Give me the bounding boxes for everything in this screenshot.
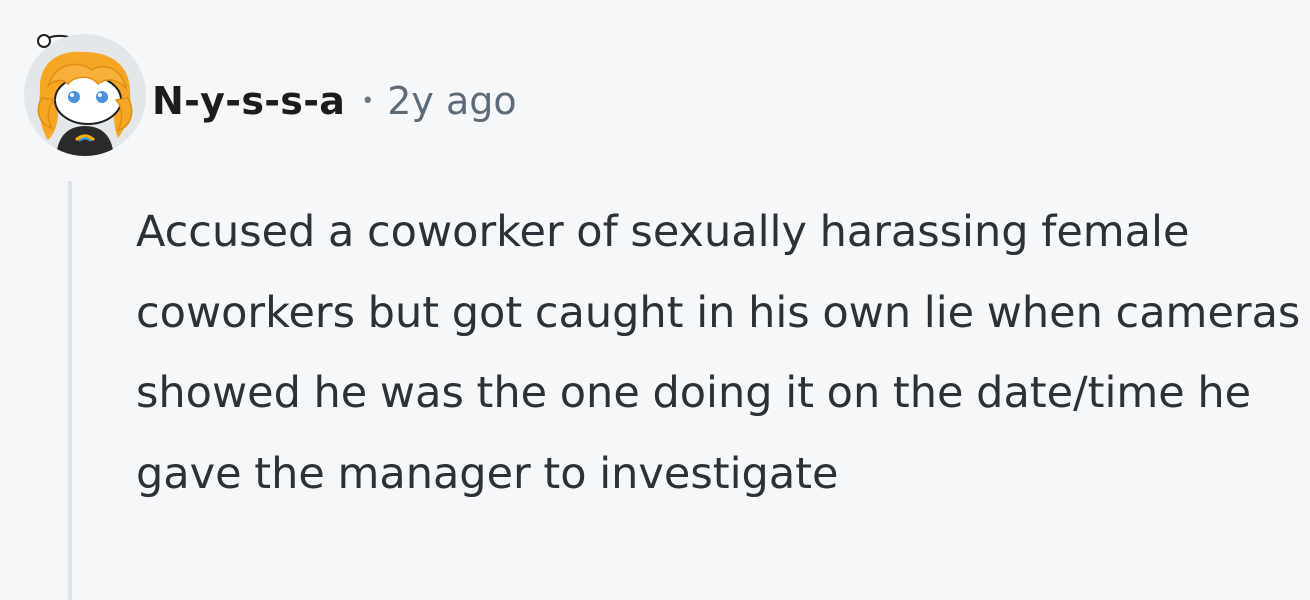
comment: N-y-s-s-a • 2y ago Accused a coworker of… — [0, 0, 1310, 600]
snoo-avatar-icon — [24, 34, 146, 156]
comment-timestamp[interactable]: 2y ago — [387, 79, 516, 123]
thread-line[interactable] — [68, 181, 72, 600]
user-avatar[interactable] — [18, 28, 152, 162]
meta-separator: • — [361, 88, 375, 114]
comment-header: N-y-s-s-a • 2y ago — [152, 78, 517, 124]
comment-body: Accused a coworker of sexually harassing… — [136, 207, 1301, 499]
author-username[interactable]: N-y-s-s-a — [152, 79, 345, 123]
